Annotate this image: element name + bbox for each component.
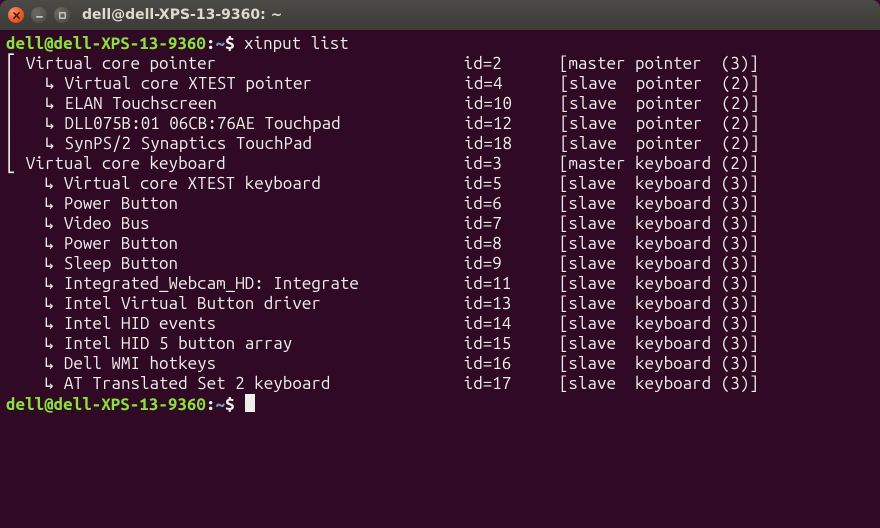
close-icon <box>12 11 21 20</box>
terminal-window: dell@dell-XPS-13-9360: ~ dell@dell-XPS-1… <box>0 0 880 528</box>
titlebar[interactable]: dell@dell-XPS-13-9360: ~ <box>0 0 880 30</box>
minimize-button[interactable] <box>31 7 47 23</box>
device-row: ↳ Intel HID events id=14 [slave keyboard… <box>6 314 874 334</box>
device-row: ⎜ ↳ DLL075B:01 06CB:76AE Touchpad id=12 … <box>6 114 874 134</box>
device-row: ↳ Video Bus id=7 [slave keyboard (3)] <box>6 214 874 234</box>
device-row: ↳ Sleep Button id=9 [slave keyboard (3)] <box>6 254 874 274</box>
device-row: ↳ Intel Virtual Button driver id=13 [sla… <box>6 294 874 314</box>
prompt-path: ~ <box>215 34 225 53</box>
device-row: ↳ Power Button id=6 [slave keyboard (3)] <box>6 194 874 214</box>
maximize-button[interactable] <box>54 7 70 23</box>
device-row: ⎜ ↳ Virtual core XTEST pointer id=4 [sla… <box>6 74 874 94</box>
minimize-icon <box>35 11 44 20</box>
device-group-header: ⎣ Virtual core keyboard id=3 [master key… <box>6 154 874 174</box>
device-row: ⎜ ↳ SynPS/2 Synaptics TouchPad id=18 [sl… <box>6 134 874 154</box>
window-controls <box>8 7 70 23</box>
prompt-path: ~ <box>215 395 225 414</box>
device-row: ↳ Power Button id=8 [slave keyboard (3)] <box>6 234 874 254</box>
device-row: ↳ Integrated_Webcam_HD: Integrate id=11 … <box>6 274 874 294</box>
prompt-sigil: $ <box>225 34 244 53</box>
device-row: ↳ AT Translated Set 2 keyboard id=17 [sl… <box>6 374 874 394</box>
window-title: dell@dell-XPS-13-9360: ~ <box>82 7 282 23</box>
prompt-line: dell@dell-XPS-13-9360:~$ <box>6 394 874 415</box>
cursor <box>245 394 255 412</box>
device-row: ⎜ ↳ ELAN Touchscreen id=10 [slave pointe… <box>6 94 874 114</box>
device-row: ↳ Intel HID 5 button array id=15 [slave … <box>6 334 874 354</box>
prompt-user-host: dell@dell-XPS-13-9360 <box>6 395 206 414</box>
maximize-icon <box>58 11 67 20</box>
close-button[interactable] <box>8 7 24 23</box>
prompt-sigil: $ <box>225 395 244 414</box>
terminal-body[interactable]: dell@dell-XPS-13-9360:~$ xinput list⎡ Vi… <box>0 30 880 528</box>
prompt-user-host: dell@dell-XPS-13-9360 <box>6 34 206 53</box>
device-row: ↳ Virtual core XTEST keyboard id=5 [slav… <box>6 174 874 194</box>
prompt-line: dell@dell-XPS-13-9360:~$ xinput list <box>6 34 874 54</box>
device-row: ↳ Dell WMI hotkeys id=16 [slave keyboard… <box>6 354 874 374</box>
command-text: xinput list <box>244 34 349 53</box>
device-group-header: ⎡ Virtual core pointer id=2 [master poin… <box>6 54 874 74</box>
